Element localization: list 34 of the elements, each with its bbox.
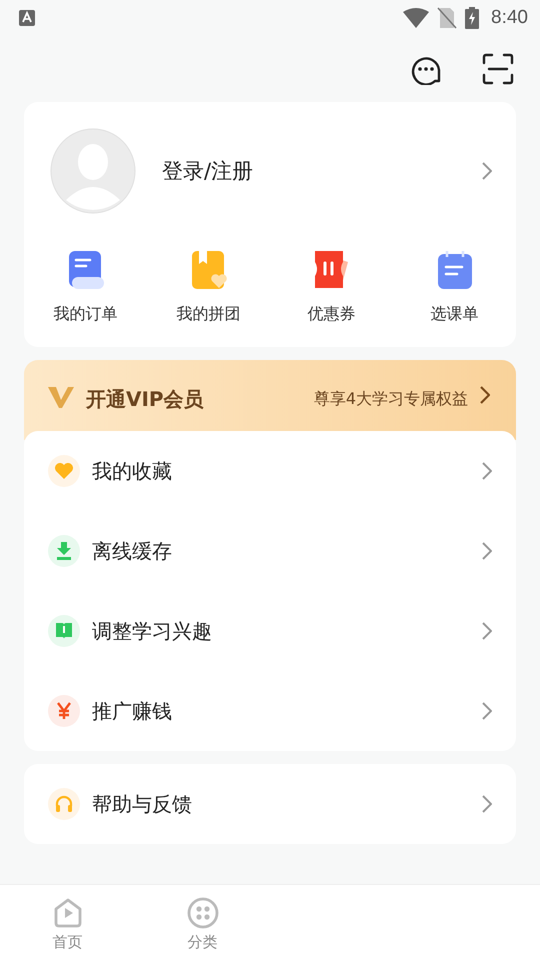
chevron-right-icon [482,702,492,720]
vip-title: 开通VIP会员 [86,386,204,413]
keyboard-icon [19,10,35,26]
headset-icon [55,795,73,813]
book-icon [55,622,73,640]
login-link[interactable]: 登录/注册 [162,157,482,185]
menu-item[interactable]: 调整学习兴趣 [24,591,516,671]
menu-item[interactable]: 推广赚钱 [24,671,516,751]
tab[interactable]: 首页 [0,885,135,960]
heart-icon [55,463,73,479]
no-sim-icon [437,7,458,29]
quick-action[interactable]: 选课单 [393,250,516,325]
quick-action[interactable]: 优惠券 [270,250,393,325]
tab[interactable]: 分类 [135,885,270,960]
scan-icon[interactable] [482,53,514,85]
v-logo-icon [48,386,74,408]
chevron-right-icon [482,795,492,813]
yen-icon [57,702,71,720]
vip-subtitle: 尊享4大学习专属权益 [314,389,468,410]
home-icon [52,897,84,929]
chevron-right-icon [482,162,492,180]
status-time: 8:40 [491,7,528,29]
quick-action[interactable]: 我的订单 [24,250,147,325]
wifi-icon [403,8,430,28]
chevron-right-icon [482,622,492,640]
download-icon [56,542,72,560]
chevron-right-icon [482,462,492,480]
chevron-right-icon [480,386,490,404]
chevron-right-icon [482,542,492,560]
menu-item[interactable]: 离线缓存 [24,511,516,591]
category-icon [186,897,218,929]
menu-item[interactable]: 帮助与反馈 [24,764,516,844]
quick-action[interactable]: 我的拼团 [147,250,270,325]
battery-icon [465,7,480,29]
